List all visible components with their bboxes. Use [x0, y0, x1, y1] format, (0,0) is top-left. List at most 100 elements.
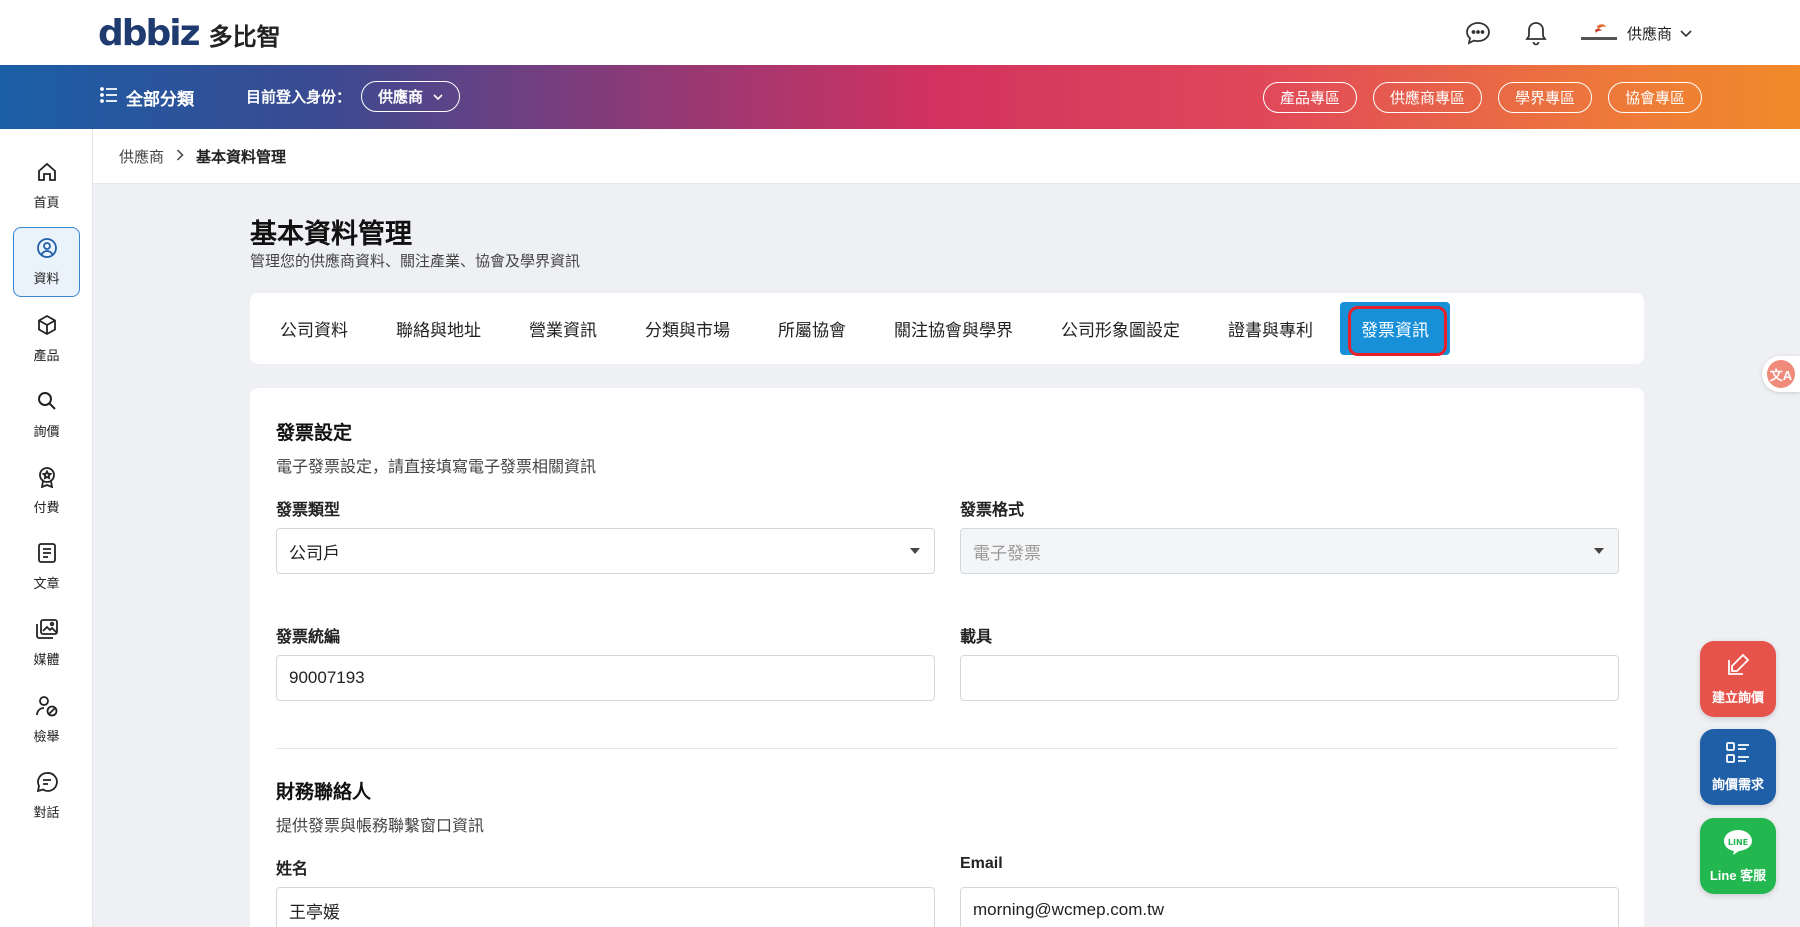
- page-subtitle: 管理您的供應商資料、關注產業、協會及學界資訊: [250, 253, 581, 270]
- translate-button[interactable]: 文A: [1762, 356, 1800, 392]
- invoice-format-select[interactable]: 電子發票: [960, 528, 1619, 574]
- carrier-input[interactable]: [960, 655, 1619, 701]
- tab-associations[interactable]: 所屬協會: [778, 316, 846, 341]
- invoice-format-label: 發票格式: [960, 502, 1025, 519]
- svg-text:LINE: LINE: [1728, 838, 1748, 847]
- tab-business-info[interactable]: 營業資訊: [529, 316, 597, 341]
- sidebar-item-label: 檢舉: [33, 729, 60, 744]
- tab-invoice-info[interactable]: 發票資訊: [1340, 302, 1450, 356]
- user-name: 供應商: [1626, 25, 1672, 43]
- invoice-section-title: 發票設定: [276, 423, 353, 444]
- section-divider: [276, 748, 1618, 749]
- role-selected: 供應商: [378, 89, 424, 106]
- chevron-right-icon: [176, 148, 184, 165]
- create-inquiry-label: 建立詢價: [1711, 690, 1764, 705]
- zone-products-button[interactable]: 產品專區: [1262, 82, 1357, 113]
- tab-certificates-patents[interactable]: 證書與專利: [1228, 316, 1313, 341]
- finance-email-label: Email: [960, 855, 1003, 872]
- page-title: 基本資料管理: [250, 219, 412, 249]
- sidebar-item-label: 資料: [33, 271, 60, 286]
- chevron-down-icon: [433, 88, 443, 105]
- tab-bar: 公司資料 聯絡與地址 營業資訊 分類與市場 所屬協會 關注協會與學界 公司形象圖…: [250, 293, 1644, 364]
- create-inquiry-button[interactable]: 建立詢價: [1700, 641, 1776, 717]
- sidebar-item-label: 文章: [33, 576, 60, 591]
- sidebar-item-label: 對話: [33, 805, 60, 820]
- home-icon: [36, 161, 58, 186]
- top-header: dbbiz 多比智 供應商: [0, 0, 1800, 65]
- line-service-label: Line 客服: [1709, 868, 1767, 883]
- box-icon: [36, 314, 58, 339]
- inquiry-needs-button[interactable]: 詢價需求: [1700, 729, 1776, 805]
- document-icon: [36, 542, 58, 567]
- finance-name-label: 姓名: [276, 861, 309, 878]
- chat-icon: [36, 771, 58, 796]
- breadcrumb-current: 基本資料管理: [196, 148, 287, 166]
- sidebar-item-products[interactable]: 產品: [13, 304, 80, 374]
- sidebar-item-media[interactable]: 媒體: [13, 608, 80, 678]
- logo-mark: dbbiz: [98, 13, 201, 54]
- sidebar-item-chat[interactable]: 對話: [13, 761, 80, 831]
- login-identity-label: 目前登入身份：: [246, 89, 352, 106]
- logo[interactable]: dbbiz 多比智: [98, 16, 281, 52]
- tab-contact-address[interactable]: 聯絡與地址: [396, 316, 481, 341]
- tax-id-value: 90007193: [289, 668, 365, 687]
- invoice-type-select[interactable]: 公司戶: [276, 528, 935, 574]
- user-menu[interactable]: 供應商: [1579, 22, 1692, 44]
- all-categories-label: 全部分類: [126, 90, 194, 109]
- tab-company-image[interactable]: 公司形象圖設定: [1061, 316, 1180, 341]
- tab-followed-associations-academia[interactable]: 關注協會與學界: [894, 316, 1013, 341]
- sidebar-item-payment[interactable]: 付費: [13, 456, 80, 526]
- line-service-button[interactable]: LINE Line 客服: [1700, 818, 1776, 894]
- finance-name-input[interactable]: 王亭媛: [276, 887, 935, 927]
- invoice-form-card: 發票設定 電子發票設定，請直接填寫電子發票相關資訊 發票類型 公司戶 發票格式 …: [250, 388, 1644, 927]
- finance-name-value: 王亭媛: [289, 902, 340, 922]
- list-icon: [100, 87, 118, 108]
- badge-icon: [36, 466, 58, 491]
- sidebar-item-articles[interactable]: 文章: [13, 532, 80, 602]
- role-select[interactable]: 供應商: [361, 81, 461, 112]
- company-logo: [1579, 22, 1619, 44]
- invoice-type-value: 公司戶: [289, 543, 340, 563]
- zone-buttons: 產品專區 供應商專區 學界專區 協會專區: [1262, 82, 1702, 113]
- caret-down-icon: [1594, 548, 1604, 554]
- user-circle-icon: [36, 237, 58, 262]
- sidebar-item-label: 產品: [33, 348, 60, 363]
- sidebar: 首頁 資料 產品 詢價 付費 文章 媒體 檢舉 對話: [0, 129, 93, 927]
- search-icon: [36, 390, 58, 415]
- category-bar: 全部分類 目前登入身份： 供應商 產品專區 供應商專區 學界專區 協會專區: [0, 65, 1800, 129]
- tax-id-input[interactable]: 90007193: [276, 655, 935, 701]
- zone-associations-button[interactable]: 協會專區: [1607, 82, 1702, 113]
- sidebar-item-report[interactable]: 檢舉: [13, 685, 80, 755]
- chevron-down-icon: [1680, 25, 1692, 42]
- translate-icon: 文A: [1767, 360, 1795, 388]
- edit-icon: [1725, 652, 1751, 681]
- messages-icon[interactable]: [1463, 18, 1493, 48]
- breadcrumb: 供應商 基本資料管理: [93, 129, 1800, 184]
- all-categories-button[interactable]: 全部分類: [100, 85, 194, 110]
- sidebar-item-label: 媒體: [33, 652, 60, 667]
- sidebar-item-inquiry[interactable]: 詢價: [13, 380, 80, 450]
- report-icon: [35, 695, 59, 720]
- sidebar-item-home[interactable]: 首頁: [13, 151, 80, 221]
- login-identity: 目前登入身份： 供應商: [246, 81, 461, 112]
- top-right-actions: 供應商: [1463, 18, 1692, 48]
- tab-category-market[interactable]: 分類與市場: [645, 316, 730, 341]
- line-icon: LINE: [1722, 828, 1754, 859]
- zone-suppliers-button[interactable]: 供應商專區: [1372, 82, 1482, 113]
- finance-email-input[interactable]: morning@wcmep.com.tw: [960, 887, 1619, 927]
- finance-email-value: morning@wcmep.com.tw: [973, 900, 1165, 919]
- sidebar-item-profile[interactable]: 資料: [13, 227, 80, 297]
- bell-icon[interactable]: [1521, 18, 1551, 48]
- sidebar-item-label: 詢價: [33, 424, 60, 439]
- inquiry-needs-label: 詢價需求: [1711, 777, 1764, 792]
- invoice-type-label: 發票類型: [276, 502, 341, 519]
- invoice-section-desc: 電子發票設定，請直接填寫電子發票相關資訊: [276, 459, 597, 476]
- sidebar-item-label: 首頁: [33, 195, 60, 210]
- carrier-label: 載具: [960, 629, 993, 646]
- list-icon: [1725, 741, 1751, 768]
- breadcrumb-parent[interactable]: 供應商: [119, 146, 164, 167]
- zone-academia-button[interactable]: 學界專區: [1497, 82, 1592, 113]
- sidebar-item-label: 付費: [33, 500, 60, 515]
- tab-company-info[interactable]: 公司資料: [280, 316, 348, 341]
- invoice-format-value: 電子發票: [973, 543, 1041, 563]
